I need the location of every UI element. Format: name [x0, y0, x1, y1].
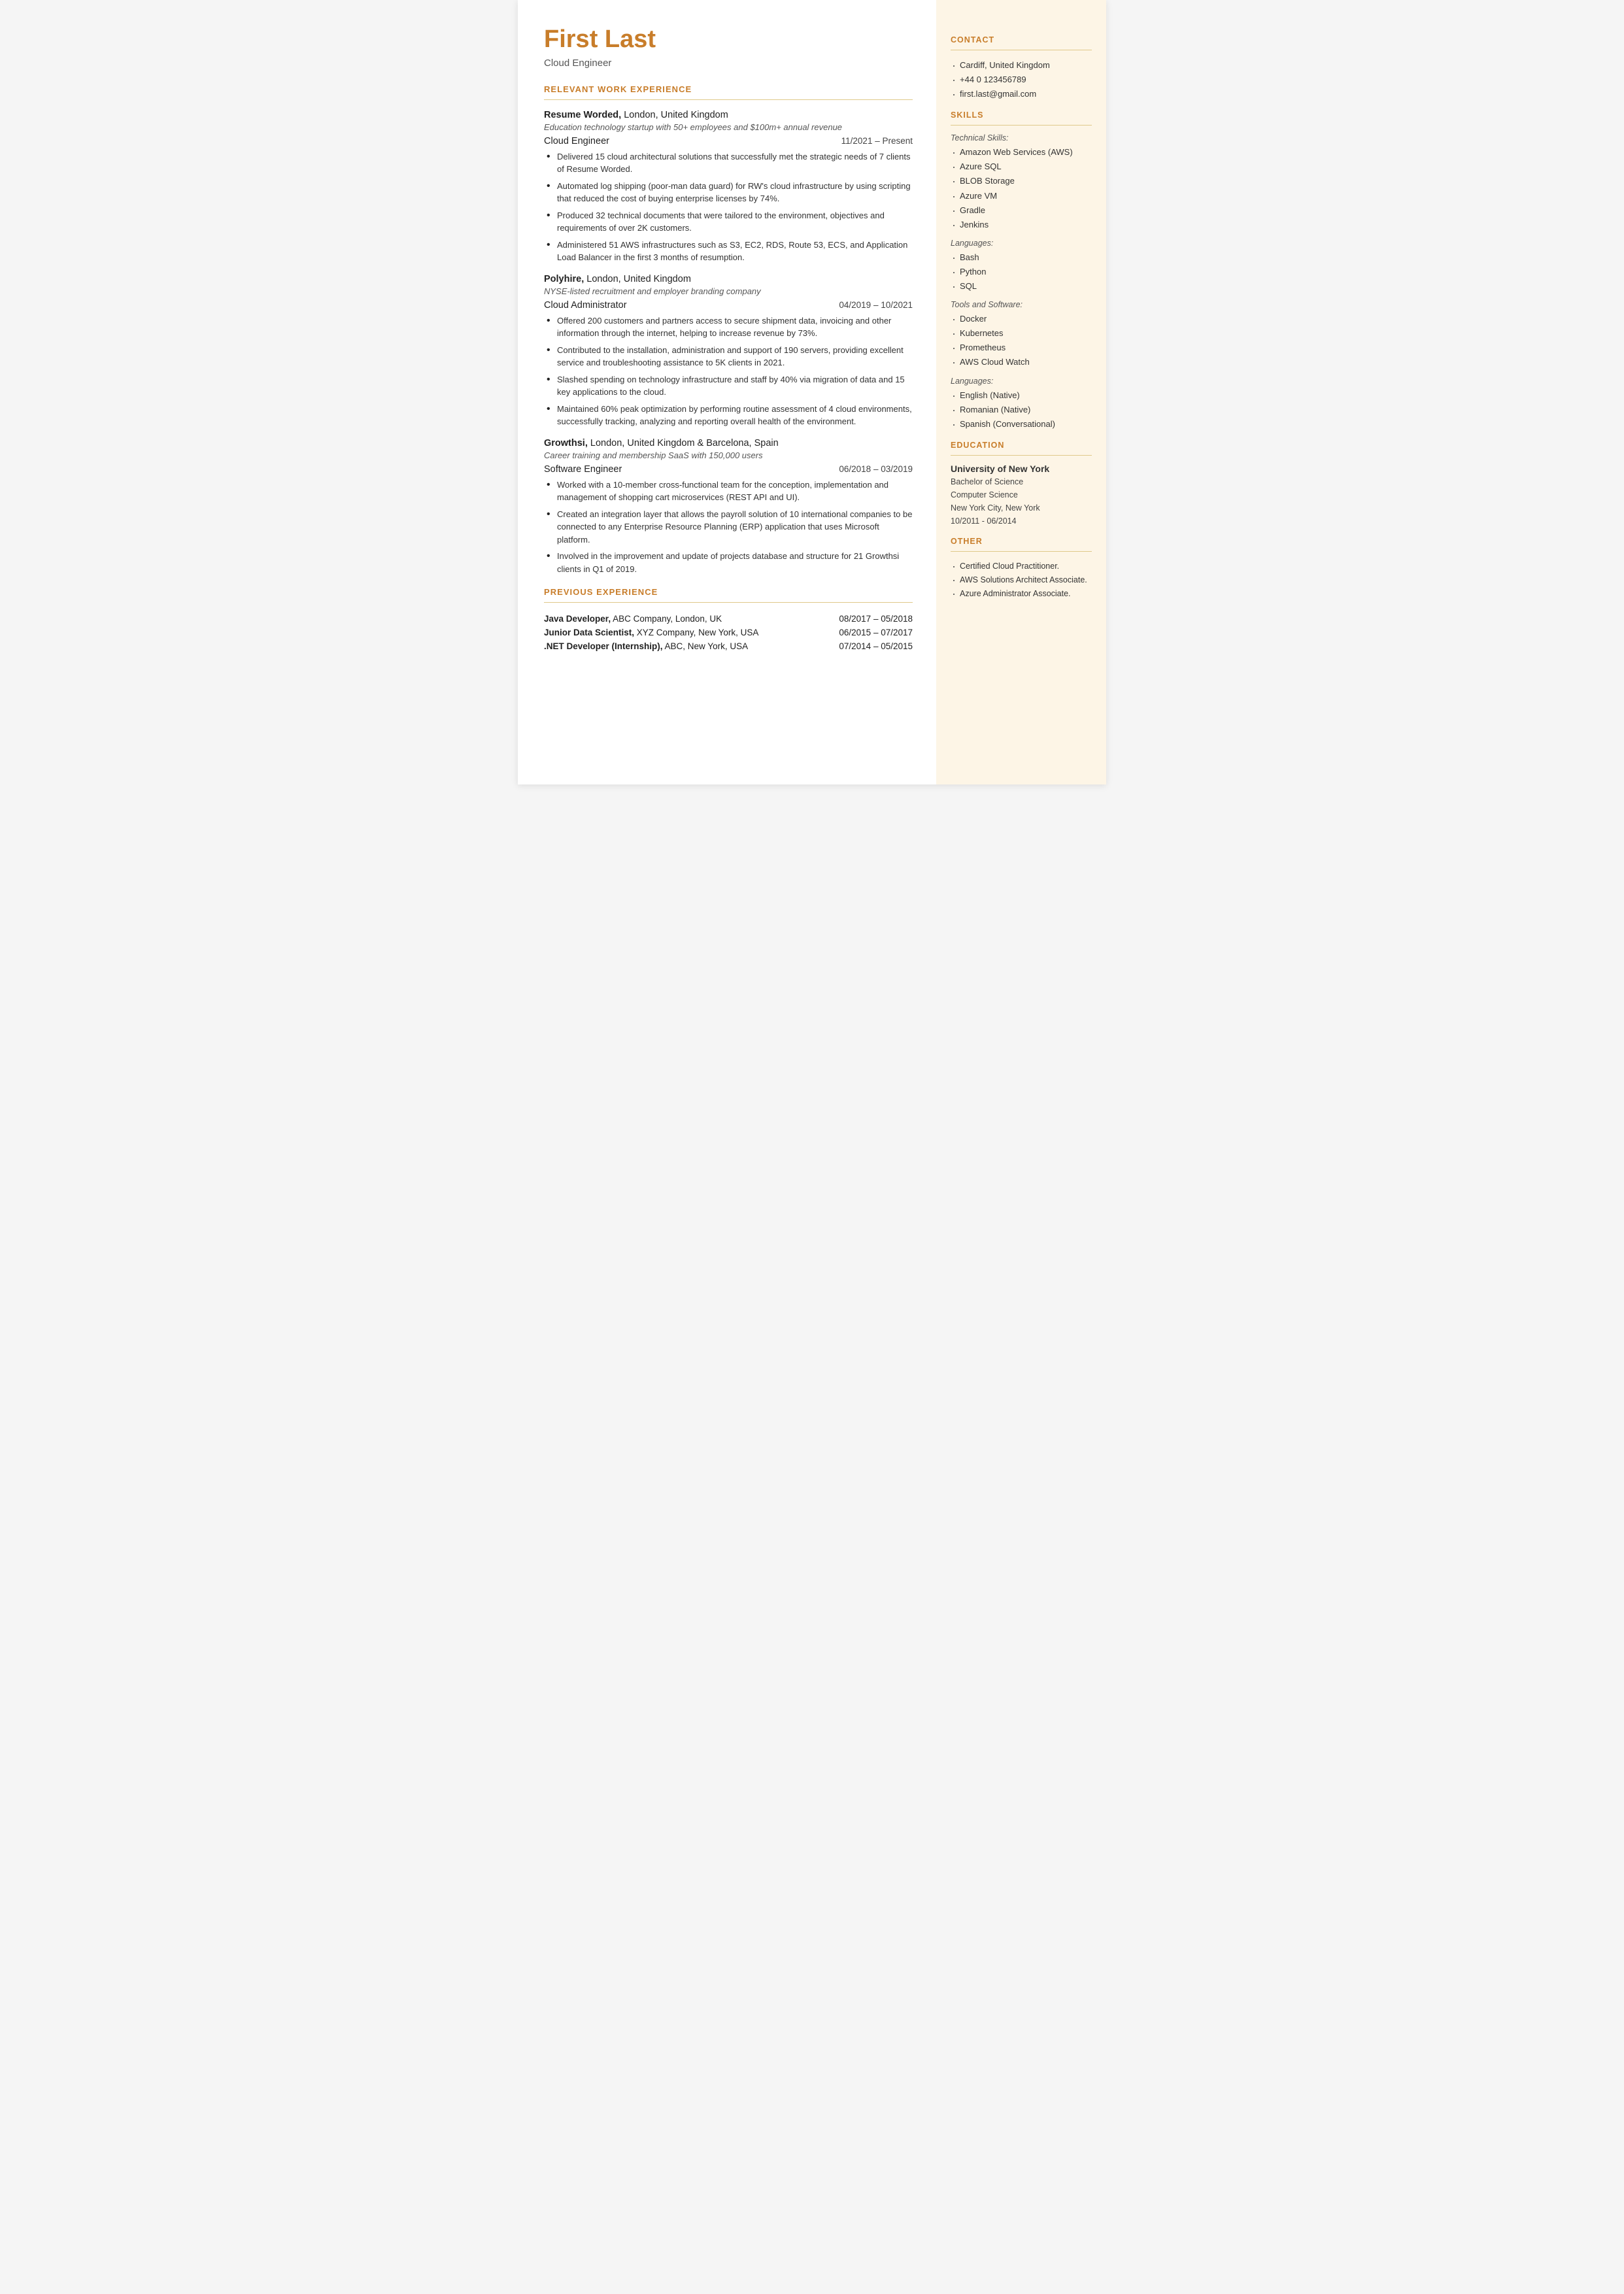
- prev-exp-2-company: Junior Data Scientist, XYZ Company, New …: [544, 626, 765, 639]
- job-3-row: Software Engineer 06/2018 – 03/2019: [544, 464, 913, 475]
- other-item-3: Azure Administrator Associate.: [951, 587, 1092, 601]
- prev-exp-1-dates: 08/2017 – 05/2018: [765, 612, 913, 626]
- skills-cat-4-label: Languages:: [951, 377, 1092, 386]
- lang-romanian: Romanian (Native): [951, 403, 1092, 417]
- job-1-row: Cloud Engineer 11/2021 – Present: [544, 136, 913, 146]
- prev-exp-3-dates: 07/2014 – 05/2015: [765, 639, 913, 653]
- job-3-bullets: Worked with a 10-member cross-functional…: [544, 479, 913, 576]
- job-3-company: Growthsi,: [544, 438, 588, 448]
- job-3-title: Software Engineer: [544, 464, 622, 475]
- job-1-bullets: Delivered 15 cloud architectural solutio…: [544, 150, 913, 264]
- other-item-1: Certified Cloud Practitioner.: [951, 560, 1092, 573]
- candidate-name: First Last: [544, 26, 913, 54]
- job-1-title: Cloud Engineer: [544, 136, 609, 146]
- edu-degree: Bachelor of Science: [951, 475, 1092, 488]
- skill-blob: BLOB Storage: [951, 174, 1092, 188]
- skill-prometheus: Prometheus: [951, 341, 1092, 355]
- job-3-desc: Career training and membership SaaS with…: [544, 450, 913, 460]
- skills-cat-4-list: English (Native) Romanian (Native) Spani…: [951, 388, 1092, 431]
- job-2-company: Polyhire,: [544, 274, 584, 284]
- skill-aws: Amazon Web Services (AWS): [951, 145, 1092, 160]
- job-2-bullet-2: Contributed to the installation, adminis…: [545, 344, 913, 369]
- job-2-header: Polyhire, London, United Kingdom: [544, 273, 913, 285]
- other-heading: Other: [951, 537, 1092, 546]
- job-3-bullet-1: Worked with a 10-member cross-functional…: [545, 479, 913, 504]
- contact-email: first.last@gmail.com: [951, 87, 1092, 101]
- left-column: First Last Cloud Engineer Relevant Work …: [518, 0, 936, 784]
- skill-docker: Docker: [951, 312, 1092, 326]
- skill-python: Python: [951, 265, 1092, 279]
- job-2-dates: 04/2019 – 10/2021: [839, 300, 913, 310]
- candidate-title: Cloud Engineer: [544, 58, 913, 69]
- job-2-row: Cloud Administrator 04/2019 – 10/2021: [544, 300, 913, 311]
- contact-heading: Contact: [951, 35, 1092, 44]
- job-3-bullet-2: Created an integration layer that allows…: [545, 508, 913, 547]
- previous-exp-table: Java Developer, ABC Company, London, UK …: [544, 612, 913, 653]
- edu-field: Computer Science: [951, 488, 1092, 501]
- job-2-bullet-3: Slashed spending on technology infrastru…: [545, 373, 913, 399]
- job-2-desc: NYSE-listed recruitment and employer bra…: [544, 286, 913, 296]
- job-1-bullet-2: Automated log shipping (poor-man data gu…: [545, 180, 913, 205]
- skill-kubernetes: Kubernetes: [951, 326, 1092, 341]
- skill-sql: SQL: [951, 279, 1092, 294]
- job-1-location: London, United Kingdom: [621, 110, 728, 120]
- skills-cat-2-list: Bash Python SQL: [951, 250, 1092, 294]
- contact-address: Cardiff, United Kingdom: [951, 58, 1092, 73]
- prev-exp-row-2: Junior Data Scientist, XYZ Company, New …: [544, 626, 913, 639]
- job-1-desc: Education technology startup with 50+ em…: [544, 122, 913, 132]
- job-1-header: Resume Worded, London, United Kingdom: [544, 109, 913, 121]
- skill-cloudwatch: AWS Cloud Watch: [951, 355, 1092, 369]
- education-heading: Education: [951, 441, 1092, 450]
- skill-azure-vm: Azure VM: [951, 189, 1092, 203]
- edu-school: University of New York: [951, 464, 1092, 474]
- prev-exp-row-3: .NET Developer (Internship), ABC, New Yo…: [544, 639, 913, 653]
- previous-exp-divider: [544, 602, 913, 603]
- job-1-bullet-1: Delivered 15 cloud architectural solutio…: [545, 150, 913, 176]
- job-3-bullet-3: Involved in the improvement and update o…: [545, 550, 913, 575]
- education-divider: [951, 455, 1092, 456]
- edu-location: New York City, New York: [951, 501, 1092, 514]
- job-1-dates: 11/2021 – Present: [841, 136, 913, 146]
- lang-english: English (Native): [951, 388, 1092, 403]
- prev-exp-3-company: .NET Developer (Internship), ABC, New Yo…: [544, 639, 765, 653]
- contact-phone: +44 0 123456789: [951, 73, 1092, 87]
- prev-exp-2-dates: 06/2015 – 07/2017: [765, 626, 913, 639]
- other-item-2: AWS Solutions Architect Associate.: [951, 573, 1092, 587]
- relevant-work-heading: Relevant Work Experience: [544, 84, 913, 94]
- other-list: Certified Cloud Practitioner. AWS Soluti…: [951, 560, 1092, 601]
- skills-cat-1-label: Technical Skills:: [951, 133, 1092, 143]
- previous-exp-heading: Previous Experience: [544, 587, 913, 597]
- skill-jenkins: Jenkins: [951, 218, 1092, 232]
- skills-cat-2-label: Languages:: [951, 239, 1092, 248]
- skills-cat-1-list: Amazon Web Services (AWS) Azure SQL BLOB…: [951, 145, 1092, 232]
- relevant-work-divider: [544, 99, 913, 100]
- job-1-bullet-3: Produced 32 technical documents that wer…: [545, 209, 913, 235]
- skill-gradle: Gradle: [951, 203, 1092, 218]
- skill-azure-sql: Azure SQL: [951, 160, 1092, 174]
- other-divider: [951, 551, 1092, 552]
- job-2-location: London, United Kingdom: [584, 274, 691, 284]
- job-2-bullets: Offered 200 customers and partners acces…: [544, 314, 913, 428]
- job-1-bullet-4: Administered 51 AWS infrastructures such…: [545, 239, 913, 264]
- skills-divider: [951, 125, 1092, 126]
- job-3-location: London, United Kingdom & Barcelona, Spai…: [588, 438, 779, 448]
- job-1-company: Resume Worded,: [544, 110, 621, 120]
- skills-cat-3-list: Docker Kubernetes Prometheus AWS Cloud W…: [951, 312, 1092, 369]
- skills-heading: Skills: [951, 110, 1092, 120]
- job-3-dates: 06/2018 – 03/2019: [839, 464, 913, 474]
- job-2-title: Cloud Administrator: [544, 300, 627, 311]
- right-column: Contact Cardiff, United Kingdom +44 0 12…: [936, 0, 1106, 784]
- resume-container: First Last Cloud Engineer Relevant Work …: [518, 0, 1106, 784]
- lang-spanish: Spanish (Conversational): [951, 417, 1092, 431]
- edu-dates: 10/2011 - 06/2014: [951, 514, 1092, 528]
- job-2-bullet-1: Offered 200 customers and partners acces…: [545, 314, 913, 340]
- skill-bash: Bash: [951, 250, 1092, 265]
- prev-exp-1-company: Java Developer, ABC Company, London, UK: [544, 612, 765, 626]
- job-2-bullet-4: Maintained 60% peak optimization by perf…: [545, 403, 913, 428]
- prev-exp-row-1: Java Developer, ABC Company, London, UK …: [544, 612, 913, 626]
- contact-list: Cardiff, United Kingdom +44 0 123456789 …: [951, 58, 1092, 101]
- job-3-header: Growthsi, London, United Kingdom & Barce…: [544, 437, 913, 449]
- skills-cat-3-label: Tools and Software:: [951, 300, 1092, 309]
